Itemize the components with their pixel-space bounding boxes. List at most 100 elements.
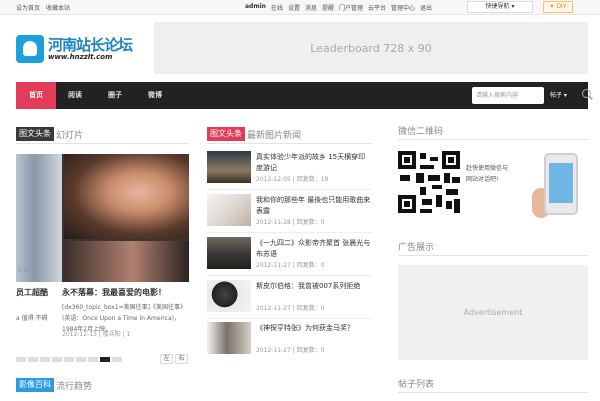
news-meta: 2012-12-05 | 回复数：19 [256,176,329,183]
nav-item-home[interactable]: 首页 [16,82,56,109]
search-icon[interactable] [582,89,591,98]
search-input[interactable]: 请输入搜索内容 [472,87,544,104]
wechat-promo-line-1: 赶快使用微信与 [466,165,509,172]
logo-chinese-text: 河南站长论坛 [48,36,133,54]
slide-caption-meta: 2012-12-13 | 楼众阳 | 1 [62,331,131,338]
news-item[interactable]: 《神探亨特张》为何获金马奖？ 2012-11-27 | 回复数：0 [207,322,372,358]
pager-dot[interactable] [40,357,50,362]
search-scope-select[interactable]: 帖子 ▾ [550,87,567,104]
logo-url-text: www.hnzzlt.com [48,53,113,61]
nav-item-weibo[interactable]: 微博 [148,82,162,109]
leaderboard-ad[interactable]: Leaderboard 728 x 90 [154,22,588,74]
news-item[interactable]: 斯皮尔伯格：我曾被007系列拒绝 2012-11-27 | 回复数：0 [207,280,372,316]
slideshow-pager [16,357,122,362]
news-thumbnail [207,194,251,226]
admin-center-link[interactable]: 管理中心 [391,3,415,12]
picture-news-tag: 图文头条 [207,127,245,141]
picture-news-divider [207,143,372,144]
slideshow-image[interactable]: ℰ Q [16,154,189,282]
logout-link[interactable]: 退出 [420,3,432,12]
bookmark-link[interactable]: 收藏本站 [46,3,70,12]
news-thumbnail [207,322,251,354]
main-nav: 首页 阅读 圈子 微博 请输入搜索内容 帖子 ▾ [16,82,591,109]
settings-link[interactable]: 设置 [288,3,300,12]
wechat-qr-heading: 微信二维码 [398,127,444,137]
quick-nav-label: 快捷导航 [485,3,510,10]
news-meta: 2012-11-27 | 回复数：0 [256,347,325,354]
news-item[interactable]: 《一九四二》众影帝齐聚首 张晨光与布苏语 2012-11-27 | 回复数：0 [207,237,372,273]
news-meta: 2012-11-27 | 回复数：0 [256,262,325,269]
username-link[interactable]: admin [245,3,266,12]
news-divider [207,318,372,319]
slideshow-heading: 图文头条 幻灯片 [16,126,83,142]
news-meta: 2012-11-27 | 回复数：0 [256,305,325,312]
advertisement-box[interactable]: Advertisement [398,265,588,360]
nav-item-circle[interactable]: 圈子 [108,82,122,109]
slide-caption-title[interactable]: 永不落幕：我最喜爱的电影！ [62,287,166,298]
news-item[interactable]: 我和你的那些年 最後也只能用歌曲来表露 2012-11-28 | 回复数：0 [207,194,372,230]
slide-bottom-photo [64,241,189,282]
site-logo[interactable]: 河南站长论坛 www.hnzzlt.com [16,33,144,65]
portal-admin-link[interactable]: 门户管理 [339,3,363,12]
pager-dot[interactable] [64,357,74,362]
slideshow-tag: 图文头条 [16,127,54,141]
news-thumbnail [207,237,251,269]
news-divider [207,275,372,276]
ad-heading: 广告展示 [398,243,435,253]
news-title[interactable]: 《神探亨特张》为何获金马奖？ [256,323,372,334]
elephant-logo-icon [16,35,44,63]
news-title[interactable]: 真实体验少年派的故乡 15天横穿印度游记 [256,152,372,174]
reminders-link[interactable]: 提醒 [322,3,334,12]
encyclopedia-subtitle: 流行趋势 [56,381,93,392]
messages-link[interactable]: 消息 [305,3,317,12]
nav-item-read[interactable]: 阅读 [68,82,82,109]
diy-button[interactable]: ✦ DIY [543,1,573,13]
set-home-link[interactable]: 设为首页 [16,3,40,12]
wechat-promo-line-2: 网站对话吧! [466,176,499,183]
top-bar: 设为首页 收藏本站 admin 在线 设置 消息 提醒 门户管理 云平台 管理中… [0,0,600,15]
wechat-qr-divider [398,139,588,140]
search-scope-label: 帖子 [550,92,563,99]
pager-dot[interactable] [16,357,26,362]
pager-dot[interactable] [76,357,86,362]
slide-prev-caption-body: a 值得 不碍 [16,315,48,322]
pager-dot[interactable] [88,357,98,362]
wechat-promo-text: 赶快使用微信与 网站对话吧! [466,163,508,185]
quick-nav-dropdown[interactable]: 快捷导航 ▾ [467,1,533,13]
prev-slide-button[interactable]: 左 [160,354,173,364]
news-title[interactable]: 《一九四二》众影帝齐聚首 张晨光与布苏语 [256,238,372,260]
picture-news-heading: 图文头条 最新图片新闻 [207,126,301,142]
online-link[interactable]: 在线 [271,3,283,12]
user-links: admin 在线 设置 消息 提醒 门户管理 云平台 管理中心 退出 [245,3,432,12]
diy-label: DIY [556,3,567,10]
encyclopedia-heading: 影像百科 流行趋势 [16,377,92,393]
news-title[interactable]: 斯皮尔伯格：我曾被007系列拒绝 [256,281,372,292]
slideshow-arrows: 左 右 [160,354,188,364]
news-thumbnail [207,151,251,183]
encyclopedia-tag: 影像百科 [16,378,54,392]
slide-prev-caption-title[interactable]: 员工超酷 [16,287,48,298]
posts-list-divider [398,392,588,393]
slide-main-photo [64,154,189,239]
news-thumbnail [207,280,251,312]
slide-watermark: ℰ Q [18,267,29,274]
top-left-links: 设为首页 收藏本站 [16,3,70,12]
picture-news-subtitle: 最新图片新闻 [247,130,302,141]
news-divider [207,189,372,190]
slideshow-divider [16,143,189,144]
pager-dot[interactable] [112,357,122,362]
news-item[interactable]: 真实体验少年派的故乡 15天横穿印度游记 2012-12-05 | 回复数：19 [207,151,372,187]
ad-divider [398,255,588,256]
wechat-qr-code-icon [398,151,460,213]
news-title[interactable]: 我和你的那些年 最後也只能用歌曲来表露 [256,195,372,217]
next-slide-button[interactable]: 右 [175,354,188,364]
news-divider [207,232,372,233]
cloud-platform-link[interactable]: 云平台 [368,3,386,12]
news-meta: 2012-11-28 | 回复数：0 [256,219,325,226]
slideshow-subtitle: 幻灯片 [56,130,84,141]
pager-dot[interactable] [52,357,62,362]
pager-dot-active[interactable] [100,357,110,362]
smartphone-icon [544,153,578,215]
pager-dot[interactable] [28,357,38,362]
posts-list-heading: 帖子列表 [398,380,435,390]
